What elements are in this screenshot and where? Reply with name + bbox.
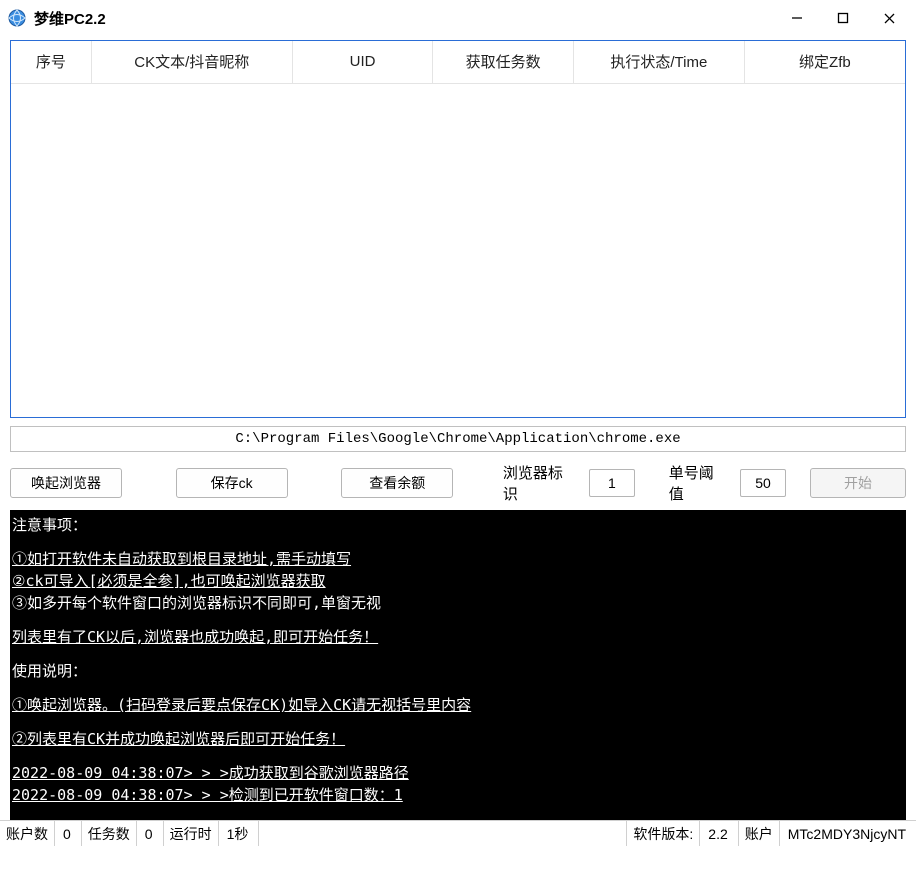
app-icon <box>8 9 26 27</box>
col-ck-nick[interactable]: CK文本/抖音昵称 <box>91 41 292 83</box>
status-account-label: 账户 <box>739 821 780 846</box>
browser-id-input[interactable] <box>589 469 635 497</box>
status-runtime-value: 1秒 <box>219 821 260 846</box>
log-line: 2022-08-09 04:38:07> > >成功获取到谷歌浏览器路径 <box>12 762 904 784</box>
status-accounts-label: 账户数 <box>0 821 55 846</box>
log-line <box>12 614 904 626</box>
start-button[interactable]: 开始 <box>810 468 906 498</box>
save-ck-button[interactable]: 保存ck <box>176 468 288 498</box>
log-line: 列表里有了CK以后,浏览器也成功唤起,即可开始任务！ <box>12 626 904 648</box>
status-account-value: MTc2MDY3NjcyNT <box>780 821 916 846</box>
log-line: 注意事项： <box>12 514 904 536</box>
log-line: 2022-08-09 04:38:07> > >检测到已开软件窗口数：1 <box>12 784 904 806</box>
window-title: 梦维PC2.2 <box>34 8 106 29</box>
browser-id-label: 浏览器标识 <box>503 462 577 504</box>
log-line: 使用说明： <box>12 660 904 682</box>
status-tasks-value: 0 <box>137 821 164 846</box>
maximize-button[interactable] <box>820 3 866 33</box>
status-runtime-label: 运行时 <box>164 821 219 846</box>
log-line: ②ck可导入[必须是全参],也可唤起浏览器获取 <box>12 570 904 592</box>
launch-browser-button[interactable]: 唤起浏览器 <box>10 468 122 498</box>
chrome-path-field[interactable]: C:\Program Files\Google\Chrome\Applicati… <box>10 426 906 452</box>
log-line <box>12 536 904 548</box>
log-line <box>12 750 904 762</box>
col-uid[interactable]: UID <box>292 41 433 83</box>
status-bar: 账户数 0 任务数 0 运行时 1秒 软件版本: 2.2 账户 MTc2MDY3… <box>0 820 916 846</box>
log-line: ②列表里有CK并成功唤起浏览器后即可开始任务！ <box>12 728 904 750</box>
single-threshold-label: 单号阈值 <box>669 462 728 504</box>
log-console[interactable]: 注意事项： ①如打开软件未自动获取到根目录地址,需手动填写②ck可导入[必须是全参… <box>10 510 906 820</box>
status-version-label: 软件版本: <box>627 821 700 846</box>
col-status[interactable]: 执行状态/Time <box>574 41 745 83</box>
status-tasks-label: 任务数 <box>82 821 137 846</box>
single-threshold-input[interactable] <box>740 469 786 497</box>
minimize-button[interactable] <box>774 3 820 33</box>
accounts-table[interactable]: 序号 CK文本/抖音昵称 UID 获取任务数 执行状态/Time 绑定Zfb <box>10 40 906 418</box>
log-line <box>12 682 904 694</box>
table-body-empty <box>11 84 905 418</box>
log-line <box>12 716 904 728</box>
controls-row: 唤起浏览器 保存ck 查看余额 浏览器标识 单号阈值 开始 <box>10 462 906 504</box>
log-line: ③如多开每个软件窗口的浏览器标识不同即可,单窗无视 <box>12 592 904 614</box>
log-line <box>12 648 904 660</box>
table-header-row: 序号 CK文本/抖音昵称 UID 获取任务数 执行状态/Time 绑定Zfb <box>11 41 905 83</box>
col-task-count[interactable]: 获取任务数 <box>433 41 574 83</box>
col-index[interactable]: 序号 <box>11 41 91 83</box>
close-button[interactable] <box>866 3 912 33</box>
status-accounts-value: 0 <box>55 821 82 846</box>
title-bar: 梦维PC2.2 <box>0 0 916 36</box>
col-bind-zfb[interactable]: 绑定Zfb <box>744 41 905 83</box>
status-version-value: 2.2 <box>700 821 738 846</box>
log-line: ①唤起浏览器。(扫码登录后要点保存CK)如导入CK请无视括号里内容 <box>12 694 904 716</box>
log-line: ①如打开软件未自动获取到根目录地址,需手动填写 <box>12 548 904 570</box>
check-balance-button[interactable]: 查看余额 <box>341 468 453 498</box>
